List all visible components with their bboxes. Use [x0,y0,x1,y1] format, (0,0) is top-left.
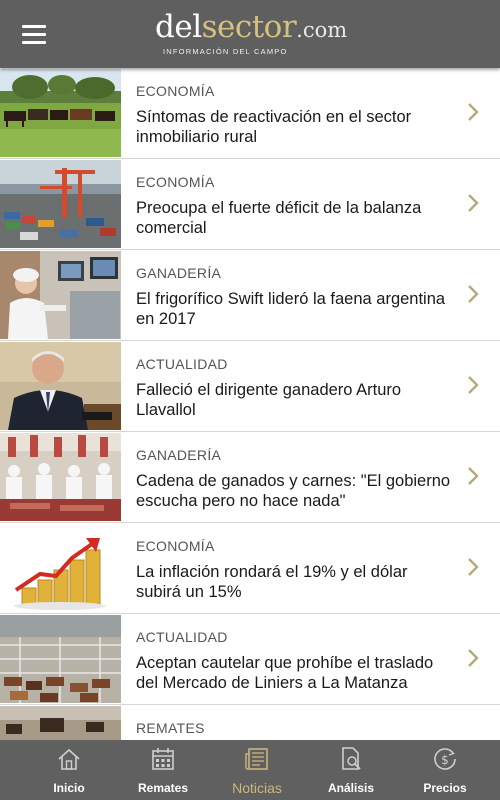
home-icon [58,748,80,770]
news-category: REMATES [136,720,205,736]
newspaper-icon [245,748,268,770]
news-category: ECONOMÍA [136,174,215,190]
news-category: ACTUALIDAD [136,629,228,645]
calendar-icon [152,748,174,770]
tab-label: Análisis [327,781,375,795]
bottom-navigation: Inicio Remates Noticias Análisis $ Preci… [0,740,500,800]
news-thumbnail-cattle-market [0,615,121,703]
chevron-right-icon[interactable] [466,283,480,305]
news-headline[interactable]: Síntomas de reactivación en el sector in… [136,107,456,147]
news-item[interactable]: ECONOMÍA Preocupa el fuerte déficit de l… [0,159,500,250]
news-list[interactable]: ECONOMÍA Síntomas de reactivación en el … [0,68,500,740]
news-thumbnail-meat-processing [0,433,121,521]
news-thumbnail-coin-stacks-arrow [0,524,121,612]
news-headline[interactable]: Aceptan cautelar que prohíbe el traslado… [136,653,456,693]
chevron-right-icon[interactable] [466,556,480,578]
document-search-icon [342,747,361,770]
tab-noticias[interactable]: Noticias [207,740,307,800]
chevron-right-icon[interactable] [466,465,480,487]
tab-label: Noticias [232,780,282,796]
dollar-icon: $ [434,748,456,770]
news-category: ECONOMÍA [136,538,215,554]
top-app-bar: delsector.com INFORMACIÓN DEL CAMPO [0,0,500,68]
news-thumbnail-port-cranes [0,160,121,248]
news-item[interactable]: ACTUALIDAD Falleció el dirigente ganader… [0,341,500,432]
tab-precios[interactable]: $ Precios [395,740,495,800]
svg-text:$: $ [441,753,449,767]
logo-wordmark: delsector.com [155,9,348,45]
news-item[interactable]: ACTUALIDAD Aceptan cautelar que prohíbe … [0,614,500,705]
news-headline[interactable]: Cadena de ganados y carnes: "El gobierno… [136,471,456,511]
chevron-right-icon[interactable] [466,374,480,396]
chevron-right-icon[interactable] [466,647,480,669]
site-logo[interactable]: delsector.com INFORMACIÓN DEL CAMPO [155,12,355,58]
chevron-right-icon[interactable] [466,101,480,123]
tab-label: Inicio [53,781,85,795]
news-item[interactable]: ECONOMÍA La inflación rondará el 19% y e… [0,523,500,614]
news-category: ECONOMÍA [136,83,215,99]
tab-remates[interactable]: Remates [113,740,213,800]
news-item[interactable]: ECONOMÍA Síntomas de reactivación en el … [0,68,500,159]
news-category: ACTUALIDAD [136,356,228,372]
chevron-right-icon[interactable] [466,192,480,214]
tab-inicio[interactable]: Inicio [19,740,119,800]
logo-tagline: INFORMACIÓN DEL CAMPO [163,47,288,56]
tab-label: Remates [137,781,189,795]
news-thumbnail-meat-plant-worker [0,251,121,339]
news-headline[interactable]: Falleció el dirigente ganadero Arturo Ll… [136,380,456,420]
news-headline[interactable]: El frigorífico Swift lideró la faena arg… [136,289,456,329]
news-thumbnail-man-portrait [0,342,121,430]
news-headline[interactable]: La inflación rondará el 19% y el dólar s… [136,562,456,602]
news-thumbnail-cattle-field [0,69,121,157]
news-item[interactable]: GANADERÍA El frigorífico Swift lideró la… [0,250,500,341]
news-headline[interactable]: Preocupa el fuerte déficit de la balanza… [136,198,456,238]
hamburger-menu-icon[interactable] [18,20,50,48]
tab-label: Precios [423,781,467,795]
news-category: GANADERÍA [136,447,222,463]
news-category: GANADERÍA [136,265,222,281]
news-item[interactable]: REMATES [0,705,500,740]
tab-analisis[interactable]: Análisis [301,740,401,800]
news-item[interactable]: GANADERÍA Cadena de ganados y carnes: "E… [0,432,500,523]
news-thumbnail-cattle-auction [0,706,121,740]
